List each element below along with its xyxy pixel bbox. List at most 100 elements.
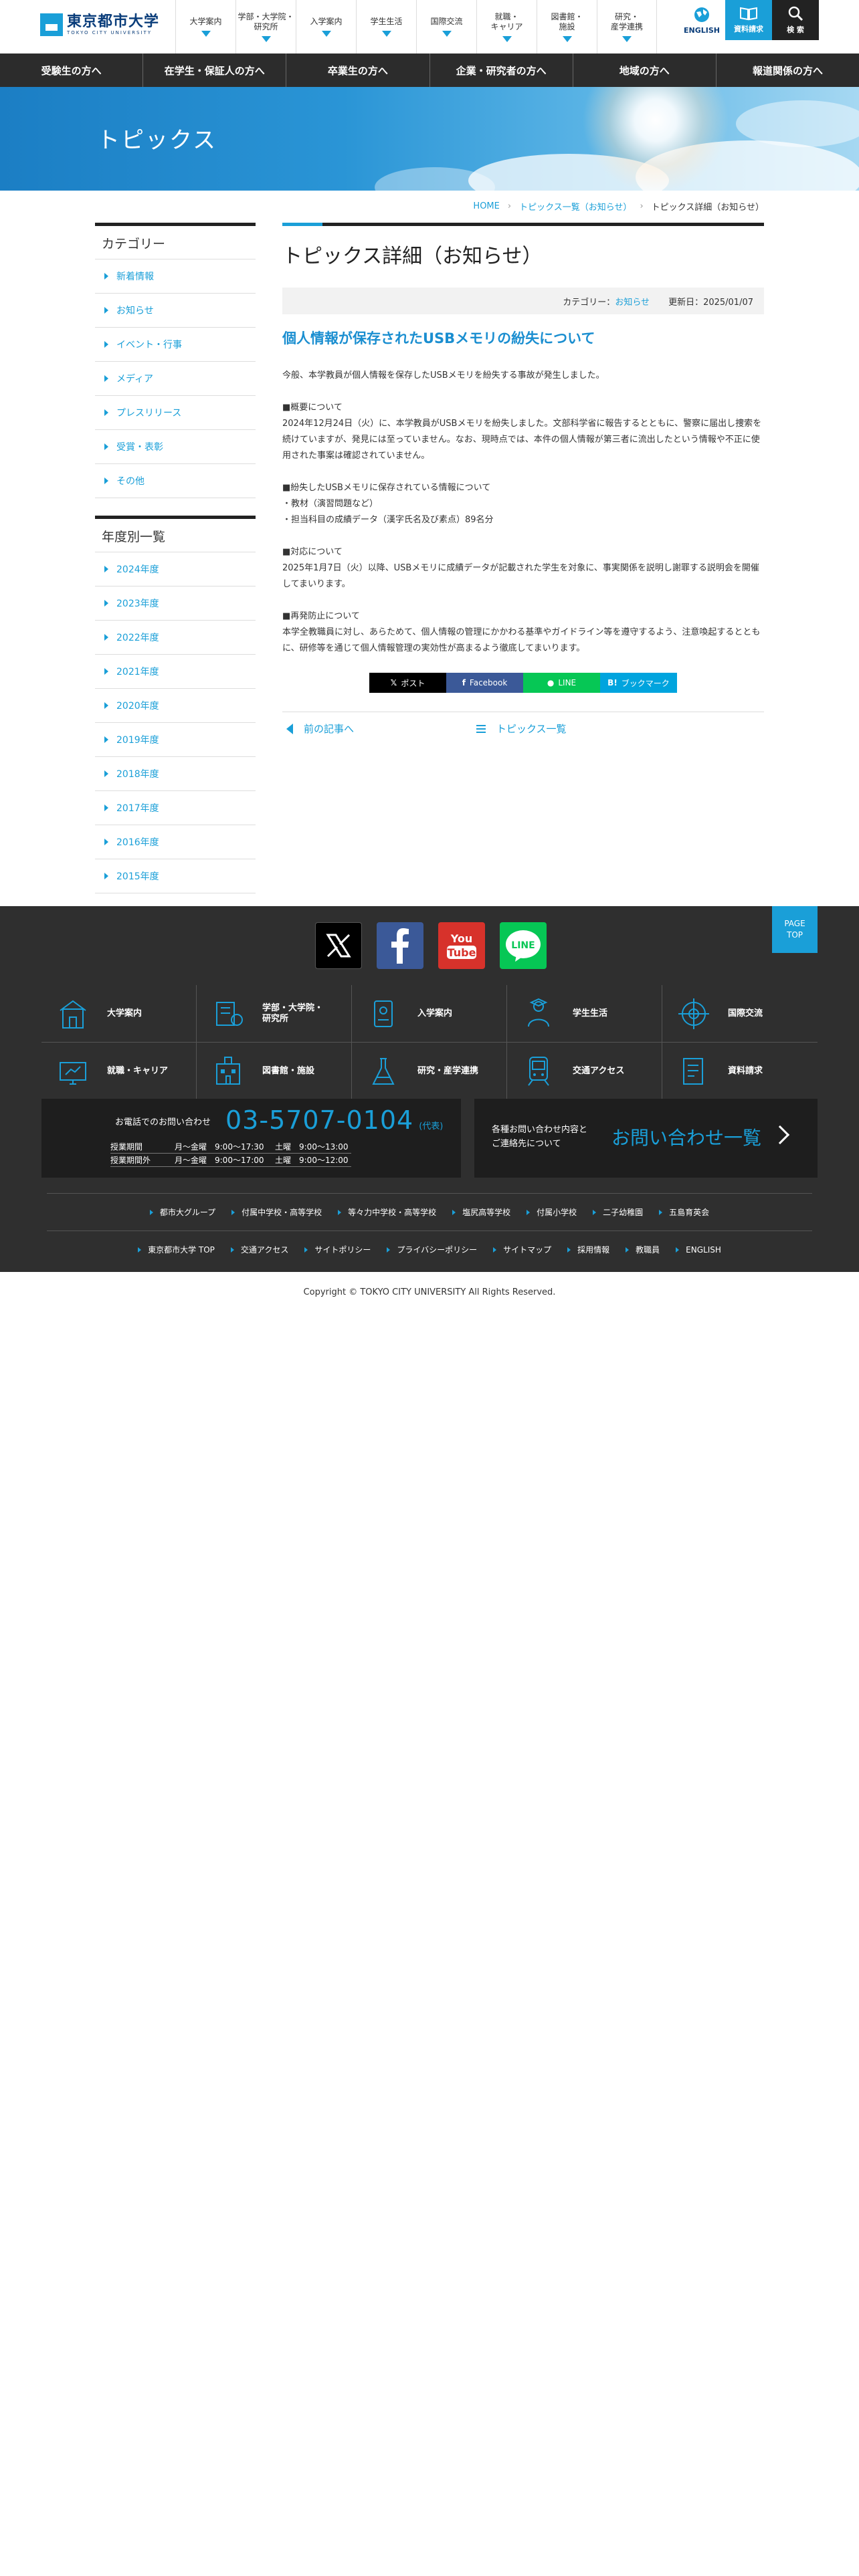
audience-nav-item-3[interactable]: 企業・研究者の方へ	[430, 53, 573, 87]
gnav-item-3[interactable]: 学生生活	[356, 0, 416, 53]
footer-grid-item-6[interactable]: 図書館・施設	[197, 1043, 352, 1100]
page-top-button[interactable]: PAGE TOP	[772, 906, 818, 953]
gnav-item-0[interactable]: 大学案内	[175, 0, 235, 53]
audience-nav-item-0[interactable]: 受験生の方へ	[0, 53, 144, 87]
university-logo[interactable]: 東京都市大学 TOKYO CITY UNIVERSITY	[40, 13, 159, 36]
year-item[interactable]: 2023年度	[95, 586, 256, 621]
group-link[interactable]: 付属小学校	[527, 1206, 577, 1218]
category-item[interactable]: プレスリリース	[95, 396, 256, 430]
category-item[interactable]: 受賞・表彰	[95, 430, 256, 464]
group-link[interactable]: 二子幼稚園	[593, 1206, 643, 1218]
page-title: トピックス	[97, 127, 217, 154]
audience-nav-item-5[interactable]: 報道関係の方へ	[717, 53, 859, 87]
footer-grid-item-2[interactable]: 入学案内	[352, 985, 507, 1043]
topics-list-link[interactable]: トピックス一覧	[476, 722, 567, 736]
audience-nav-item-1[interactable]: 在学生・保証人の方へ	[143, 53, 287, 87]
share-x-button[interactable]: 𝕏 ポスト	[369, 673, 446, 693]
year-item[interactable]: 2016年度	[95, 825, 256, 859]
group-link[interactable]: 等々力中学校・高等学校	[338, 1206, 436, 1218]
footer-grid-item-0[interactable]: 大学案内	[41, 985, 197, 1043]
year-item[interactable]: 2017年度	[95, 791, 256, 825]
x-icon[interactable]	[315, 922, 362, 969]
category-item[interactable]: お知らせ	[95, 294, 256, 328]
line-icon[interactable]: LINE	[500, 922, 547, 969]
breadcrumb: HOME › トピックス一覧（お知らせ） › トピックス詳細（お知らせ）	[0, 197, 859, 215]
gnav-item-7[interactable]: 研究・ 産学連携	[597, 0, 657, 53]
chevron-down-icon	[381, 31, 391, 37]
group-link[interactable]: 五島育英会	[659, 1206, 709, 1218]
category-item[interactable]: メディア	[95, 362, 256, 396]
share-facebook-button[interactable]: f Facebook	[446, 673, 523, 693]
prev-article-link[interactable]: 前の記事へ	[282, 722, 476, 736]
footer-grid-item-4[interactable]: 国際交流	[662, 985, 818, 1043]
audience-nav-item-4[interactable]: 地域の方へ	[573, 53, 717, 87]
site-footer: PAGE TOP You Tube LINE 大学案内 学部・大学院・ 研究所 入学案…	[0, 906, 859, 1272]
copyright: Copyright © TOKYO CITY UNIVERSITY All Ri…	[303, 1287, 556, 1297]
gnav-item-2[interactable]: 入学案内	[296, 0, 356, 53]
breadcrumb-topics-list[interactable]: トピックス一覧（お知らせ）	[519, 200, 632, 213]
year-item[interactable]: 2021年度	[95, 655, 256, 689]
site-links: 東京都市大学 TOP 交通アクセス サイトポリシー プライバシーポリシー サイトマップ 採…	[47, 1230, 812, 1268]
footer-grid-item-1[interactable]: 学部・大学院・ 研究所	[197, 985, 352, 1043]
breadcrumb-home[interactable]: HOME	[473, 201, 499, 211]
inquiry-title: お問い合わせ一覧	[611, 1127, 762, 1149]
footer-grid-item-9[interactable]: 資料請求	[662, 1043, 818, 1100]
gnav-item-1[interactable]: 学部・大学院・ 研究所	[235, 0, 296, 53]
search-button[interactable]: 検 索	[772, 0, 819, 40]
category-item[interactable]: その他	[95, 464, 256, 498]
share-line-button[interactable]: ● LINE	[523, 673, 600, 693]
youtube-icon[interactable]: You Tube	[438, 922, 485, 969]
article-paragraph: ■概要について 2024年12月24日（火）に、本学教員がUSBメモリを紛失しま…	[282, 403, 762, 461]
site-link[interactable]: 採用情報	[567, 1244, 609, 1255]
footer-link-grid: 大学案内 学部・大学院・ 研究所 入学案内 学生生活 国際交流就職・キャリア 図書館・施設…	[41, 985, 818, 1100]
group-link[interactable]: 塩尻高等学校	[452, 1206, 510, 1218]
gnav-item-6[interactable]: 図書館・ 施設	[537, 0, 597, 53]
year-item[interactable]: 2024年度	[95, 552, 256, 586]
chevron-down-icon	[442, 31, 452, 37]
article-paragraph: ■対応について 2025年1月7日（火）以降、USBメモリに成績データが記載され…	[282, 547, 759, 589]
footer-grid-item-7[interactable]: 研究・産学連携	[352, 1043, 507, 1100]
audience-nav-item-2[interactable]: 卒業生の方へ	[286, 53, 430, 87]
year-item[interactable]: 2018年度	[95, 757, 256, 791]
category-item[interactable]: イベント・行事	[95, 328, 256, 362]
group-link[interactable]: 都市大グループ	[150, 1206, 215, 1218]
site-link[interactable]: サイトマップ	[493, 1244, 551, 1255]
globe-icon	[694, 7, 709, 22]
audience-nav: 受験生の方へ 在学生・保証人の方へ 卒業生の方へ 企業・研究者の方へ 地域の方へ 報道関係…	[0, 53, 859, 87]
year-item[interactable]: 2019年度	[95, 723, 256, 757]
gnav-item-4[interactable]: 国際交流	[416, 0, 476, 53]
year-item[interactable]: 2015年度	[95, 859, 256, 893]
year-item[interactable]: 2022年度	[95, 621, 256, 655]
site-link[interactable]: 東京都市大学 TOP	[138, 1244, 215, 1255]
phone-contact: お電話でのお問い合わせ 03-5707-0104 (代表) 授業期間 月〜金曜 9:…	[41, 1099, 461, 1178]
inquiry-list-button[interactable]: 各種お問い合わせ内容と ご連絡先について お問い合わせ一覧	[474, 1099, 818, 1178]
footer-grid-item-8[interactable]: 交通アクセス	[507, 1043, 662, 1100]
global-nav: 大学案内 学部・大学院・ 研究所 入学案内 学生生活 国際交流 就職・ キャリア 図書館・ …	[175, 0, 657, 53]
library-icon	[216, 1057, 240, 1085]
hero-banner: トピックス	[0, 87, 859, 191]
group-link[interactable]: 付属中学校・高等学校	[231, 1206, 322, 1218]
site-link[interactable]: 教職員	[626, 1244, 660, 1255]
faculty-icon	[216, 1001, 243, 1026]
site-link[interactable]: 交通アクセス	[231, 1244, 288, 1255]
facebook-icon[interactable]	[377, 922, 423, 969]
site-link[interactable]: サイトポリシー	[304, 1244, 371, 1255]
facebook-icon: f	[462, 678, 466, 687]
site-link[interactable]: ENGLISH	[676, 1245, 721, 1255]
gnav-item-5[interactable]: 就職・ キャリア	[476, 0, 537, 53]
category-link[interactable]: お知らせ	[615, 295, 650, 308]
year-item[interactable]: 2020年度	[95, 689, 256, 723]
footer-grid-item-5[interactable]: 就職・キャリア	[41, 1043, 197, 1100]
line-icon: ●	[547, 678, 555, 687]
site-link[interactable]: プライバシーポリシー	[387, 1244, 477, 1255]
share-hatena-button[interactable]: B! ブックマーク	[600, 673, 677, 693]
article-paragraph: ■紛失したUSBメモリに保存されている情報について ・教材（演習問題など） ・担…	[282, 483, 494, 525]
category-label: カテゴリー：	[563, 297, 615, 308]
english-button[interactable]: ENGLISH	[678, 0, 725, 40]
request-materials-button[interactable]: 資料請求	[725, 0, 772, 40]
category-item[interactable]: 新着情報	[95, 259, 256, 294]
footer-grid-item-3[interactable]: 学生生活	[507, 985, 662, 1043]
svg-text:You: You	[450, 932, 473, 945]
phone-number[interactable]: 03-5707-0104 (代表)	[225, 1105, 443, 1135]
svg-text:Tube: Tube	[448, 946, 476, 959]
